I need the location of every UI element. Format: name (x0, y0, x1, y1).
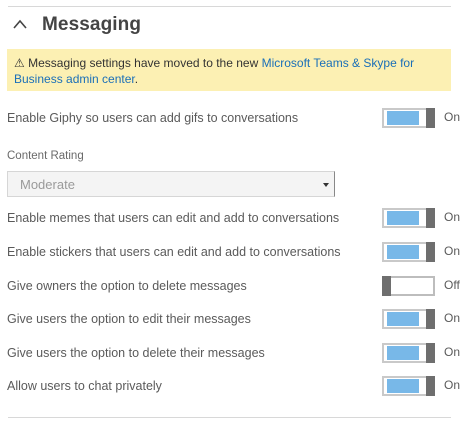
notice-text: Messaging settings have moved to the new (28, 56, 262, 70)
toggle-thumb (426, 343, 435, 363)
toggle-fill (387, 111, 419, 125)
toggle-fill (387, 312, 419, 326)
toggle-state-text: On (444, 210, 461, 224)
setting-label: Give owners the option to delete message… (7, 279, 247, 293)
toggle-state-text: On (444, 110, 461, 124)
toggle-thumb (382, 276, 391, 296)
section-header: Messaging (13, 12, 141, 38)
giphy-toggle[interactable] (382, 108, 435, 128)
bottom-divider (8, 417, 451, 418)
setting-row-owners-delete: Give owners the option to delete message… (7, 276, 460, 296)
caret-down-icon (323, 183, 329, 187)
top-divider (8, 6, 451, 7)
moved-settings-notice: ⚠ Messaging settings have moved to the n… (7, 49, 451, 91)
toggle-thumb (426, 242, 435, 262)
content-rating-dropdown[interactable]: Moderate (7, 171, 335, 197)
toggle-state-text: On (444, 378, 461, 392)
toggle-thumb (426, 376, 435, 396)
setting-label: Enable stickers that users can edit and … (7, 245, 341, 259)
setting-row-users-edit: Give users the option to edit their mess… (7, 309, 460, 329)
users-edit-toggle[interactable] (382, 309, 435, 329)
toggle-fill (387, 346, 419, 360)
users-delete-toggle[interactable] (382, 343, 435, 363)
toggle-thumb (426, 309, 435, 329)
toggle-state-text: On (444, 311, 461, 325)
setting-row-memes: Enable memes that users can edit and add… (7, 208, 460, 228)
messaging-settings-panel: Messaging ⚠ Messaging settings have move… (0, 0, 474, 427)
setting-label: Enable Giphy so users can add gifs to co… (7, 111, 299, 125)
memes-toggle[interactable] (382, 208, 435, 228)
toggle-state-text: Off (444, 278, 460, 292)
setting-row-giphy: Enable Giphy so users can add gifs to co… (7, 108, 460, 128)
toggle-fill (387, 211, 419, 225)
content-rating-value: Moderate (20, 177, 75, 192)
toggle-fill (387, 379, 419, 393)
notice-text-end: . (134, 72, 139, 86)
stickers-toggle[interactable] (382, 242, 435, 262)
toggle-thumb (426, 208, 435, 228)
owners-delete-toggle[interactable] (382, 276, 435, 296)
setting-row-stickers: Enable stickers that users can edit and … (7, 242, 460, 262)
setting-label: Give users the option to edit their mess… (7, 312, 251, 326)
chevron-up-icon[interactable] (13, 18, 27, 32)
section-title: Messaging (42, 14, 142, 35)
private-chat-toggle[interactable] (382, 376, 435, 396)
warning-icon: ⚠ (14, 56, 25, 70)
setting-label: Enable memes that users can edit and add… (7, 211, 340, 225)
setting-label: Give users the option to delete their me… (7, 346, 265, 360)
toggle-state-text: On (444, 244, 461, 258)
toggle-state-text: On (444, 345, 461, 359)
setting-row-users-delete: Give users the option to delete their me… (7, 343, 460, 363)
setting-label: Allow users to chat privately (7, 379, 162, 393)
toggle-fill (387, 245, 419, 259)
toggle-thumb (426, 108, 435, 128)
setting-row-private-chat: Allow users to chat privately On (7, 376, 460, 396)
content-rating-label: Content Rating (7, 150, 84, 162)
